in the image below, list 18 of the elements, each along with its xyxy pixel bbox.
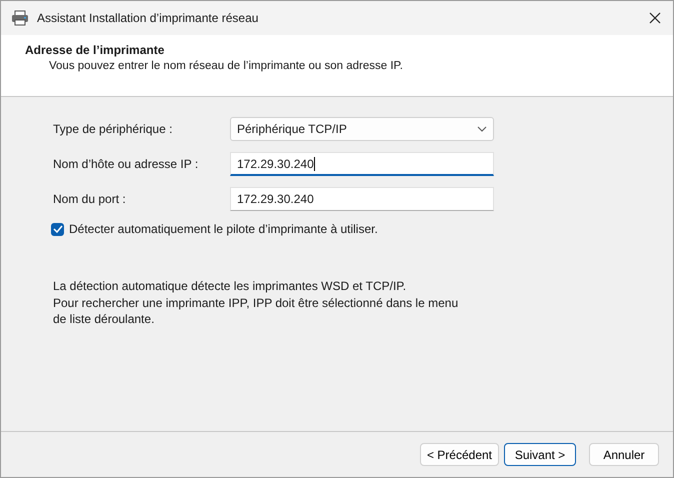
page-heading: Adresse de l’imprimante	[25, 43, 166, 57]
wizard-button[interactable]: Suivant >	[504, 443, 576, 466]
page-subtitle: Vous pouvez entrer le nom réseau de l’imprimante ou son adresse IP.	[49, 60, 404, 72]
field-label: Nom du port :	[53, 192, 127, 206]
printer-icon	[11, 10, 29, 26]
checkbox-label: Détecter automatiquement le pilote d’imprimante à utiliser.	[69, 222, 378, 236]
window-title: Assistant Installation d’imprimante réseau	[37, 11, 260, 25]
field-label: Type de périphérique :	[53, 122, 174, 136]
wizard-button[interactable]: Annuler	[589, 443, 659, 466]
input-field[interactable]: 172.29.30.240	[230, 187, 494, 211]
device-type-dropdown[interactable]: Périphérique TCP/IP	[230, 117, 494, 141]
chevron-down-icon	[477, 126, 487, 132]
field-label: Nom d’hôte ou adresse IP :	[53, 157, 200, 171]
checkbox[interactable]	[51, 222, 64, 236]
input-field[interactable]: 172.29.30.240	[230, 152, 494, 176]
wizard-button[interactable]: < Précédent	[420, 443, 499, 466]
close-icon[interactable]	[649, 12, 661, 24]
info-text: La détection automatique détecte les imprimantes WSD et TCP/IP. Pour rechercher une imprimante IPP, IPP doit être sélectionné dans le menu de liste déroulante.	[53, 278, 460, 328]
